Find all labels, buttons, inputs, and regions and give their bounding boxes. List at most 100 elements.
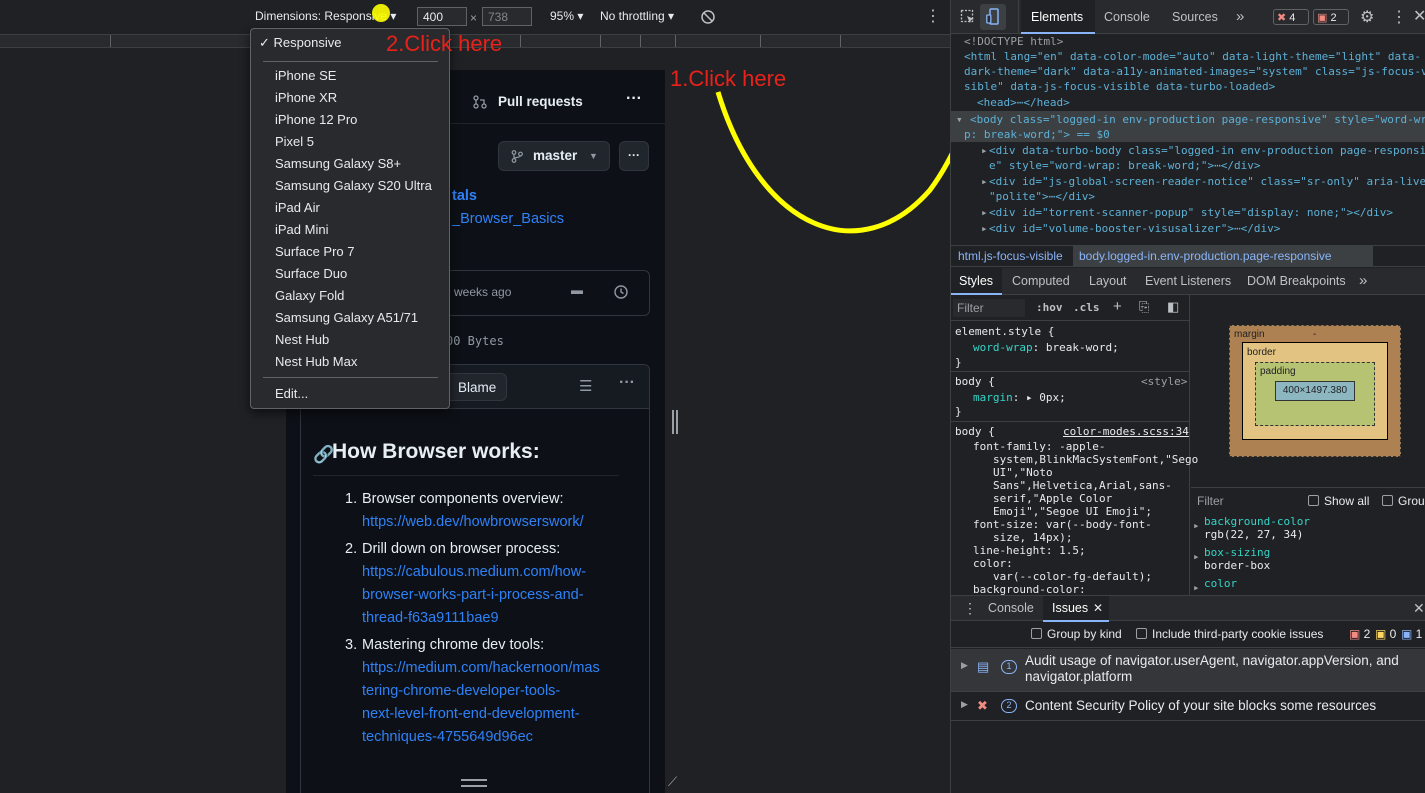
style-decl-line[interactable]: font-size: var(--body-font- — [973, 518, 1152, 531]
list-item-link[interactable]: https://cabulous.medium.com/how- — [362, 564, 586, 580]
dom-line[interactable]: dark-theme="dark" data-a11y-animated-ima… — [964, 64, 1425, 79]
style-decl-line[interactable]: Sans",Helvetica,Arial,sans- — [993, 479, 1172, 492]
more-tabs-icon[interactable]: » — [1236, 8, 1244, 25]
device-option[interactable]: Surface Pro 7 — [275, 244, 355, 259]
style-decl-line[interactable]: size, 14px); — [993, 531, 1072, 544]
expand-triangle-icon[interactable]: ▸ — [1193, 549, 1200, 564]
device-option[interactable]: iPhone 12 Pro — [275, 112, 357, 127]
commit-message-icon[interactable]: ▬ — [571, 283, 583, 297]
tab-event-listeners[interactable]: Event Listeners — [1145, 274, 1231, 288]
list-item-link[interactable]: thread-f63a9111bae9 — [362, 610, 499, 626]
list-item-link[interactable]: tering-chrome-developer-tools- — [362, 683, 560, 699]
drawer-tab-console[interactable]: Console — [988, 601, 1034, 615]
issue-row[interactable]: ▶ ▤ 1 Audit usage of navigator.userAgent, n… — [951, 649, 1425, 692]
computed-property[interactable]: color — [1204, 576, 1237, 591]
more-style-tabs-icon[interactable]: » — [1359, 272, 1367, 289]
box-border[interactable]: border padding 400×1497.380 — [1242, 342, 1388, 440]
expand-triangle-icon[interactable]: ▸ — [981, 174, 988, 189]
style-decl-line[interactable]: line-height: 1.5; — [973, 544, 1086, 557]
expand-triangle-icon[interactable]: ▶ — [961, 660, 968, 671]
style-decl-line[interactable]: var(--color-fg-default); — [993, 570, 1152, 583]
device-option[interactable]: Nest Hub Max — [275, 354, 357, 369]
outline-icon[interactable]: ☰ — [579, 377, 592, 395]
tab-computed[interactable]: Computed — [1012, 274, 1070, 288]
dom-line[interactable]: <html lang="en" data-color-mode="auto" d… — [964, 49, 1421, 64]
style-decl-line[interactable]: system,BlinkMacSystemFont,"Sego — [993, 453, 1198, 466]
hov-toggle[interactable]: :hov — [1036, 301, 1063, 314]
breadcrumb-link-1[interactable]: tals — [452, 188, 477, 204]
device-option[interactable]: iPad Air — [275, 200, 320, 215]
style-source[interactable]: <style> — [1141, 374, 1187, 389]
breadcrumb-body[interactable]: body.logged-in.env-production.page-respo… — [1079, 249, 1332, 263]
dom-line[interactable]: <head>⋯</head> — [977, 95, 1070, 110]
device-option[interactable]: Samsung Galaxy S20 Ultra — [275, 178, 432, 193]
device-option[interactable]: Galaxy Fold — [275, 288, 344, 303]
inspect-element-icon[interactable] — [960, 9, 976, 25]
close-drawer-icon[interactable]: ✕ — [1413, 600, 1425, 617]
expand-triangle-icon[interactable]: ▸ — [981, 221, 988, 236]
breadcrumb-link-2[interactable]: _Browser_Basics — [452, 211, 564, 227]
file-more-icon[interactable]: ··· — [619, 374, 635, 392]
computed-filter-input[interactable]: Filter — [1197, 494, 1224, 508]
settings-gear-icon[interactable]: ⚙ — [1360, 7, 1374, 27]
style-rule-selector[interactable]: body { — [955, 424, 995, 439]
cls-toggle[interactable]: .cls — [1073, 301, 1100, 314]
expand-triangle-icon[interactable]: ▸ — [981, 205, 988, 220]
tab-layout[interactable]: Layout — [1089, 274, 1127, 288]
box-content[interactable]: 400×1497.380 — [1275, 381, 1355, 401]
close-devtools-icon[interactable]: ✕ — [1413, 6, 1425, 26]
style-decl-line[interactable]: Emoji","Segoe UI Emoji"; — [993, 505, 1152, 518]
box-padding[interactable]: padding 400×1497.380 — [1255, 362, 1375, 426]
tab-elements[interactable]: Elements — [1031, 10, 1083, 24]
box-margin[interactable]: margin - border padding 400×1497.380 — [1229, 325, 1401, 457]
tab-styles[interactable]: Styles — [959, 274, 993, 288]
style-decl-line[interactable]: color: — [973, 557, 1013, 570]
dom-line[interactable]: <!DOCTYPE html> — [964, 34, 1063, 49]
throttle-select[interactable]: No throttling ▾ — [600, 9, 674, 23]
height-input[interactable]: 738 — [482, 7, 532, 26]
third-party-checkbox[interactable]: Include third-party cookie issues — [1136, 627, 1323, 641]
device-option[interactable]: Samsung Galaxy S8+ — [275, 156, 401, 171]
drawer-menu-icon[interactable]: ⋮ — [963, 600, 977, 617]
style-decl-line[interactable]: UI","Noto — [993, 466, 1053, 479]
list-item-link[interactable]: https://medium.com/hackernoon/mas — [362, 660, 600, 676]
style-rule-selector[interactable]: element.style { — [955, 324, 1054, 339]
dom-line[interactable]: p: break-word;"> == $0 — [964, 127, 1110, 142]
style-source-link[interactable]: color-modes.scss:34 — [1063, 424, 1189, 439]
dom-line[interactable]: "polite">⋯</div> — [989, 189, 1095, 204]
paint-icon[interactable]: ⎘ — [1139, 299, 1149, 315]
dom-line[interactable]: <div id="js-global-screen-reader-notice"… — [989, 174, 1425, 189]
dom-line[interactable]: e" style="word-wrap: break-word;">⋯</div… — [989, 158, 1261, 173]
tab-sources[interactable]: Sources — [1172, 10, 1218, 24]
list-item-link[interactable]: techniques-4755649d96ec — [362, 729, 533, 745]
show-all-checkbox[interactable]: Show all — [1308, 494, 1369, 508]
group-checkbox[interactable]: Grou — [1382, 494, 1425, 508]
expand-triangle-icon[interactable]: ▶ — [961, 699, 968, 710]
tab-dom-breakpoints[interactable]: DOM Breakpoints — [1247, 274, 1346, 288]
device-option[interactable]: iPad Mini — [275, 222, 328, 237]
device-option[interactable]: iPhone XR — [275, 90, 337, 105]
close-tab-icon[interactable]: ✕ — [1093, 601, 1103, 615]
device-option[interactable]: Surface Duo — [275, 266, 347, 281]
device-option[interactable]: Nest Hub — [275, 332, 329, 347]
branch-selector[interactable]: master ▼ — [498, 141, 610, 171]
sidebar-toggle-icon[interactable]: ◧ — [1167, 299, 1179, 315]
list-item-link[interactable]: browser-works-part-i-process-and- — [362, 587, 584, 603]
device-option-edit[interactable]: Edit... — [275, 386, 308, 401]
device-option[interactable]: Pixel 5 — [275, 134, 314, 149]
resize-handle-bottom[interactable] — [461, 779, 487, 787]
expand-triangle-icon[interactable]: ▸ — [1193, 580, 1200, 595]
expand-triangle-icon[interactable]: ▸ — [1193, 518, 1200, 533]
more-nav-icon[interactable]: ··· — [626, 90, 642, 108]
branch-more-button[interactable]: ··· — [619, 141, 649, 171]
error-badge[interactable]: ✖ 4 — [1273, 9, 1309, 25]
style-decl[interactable]: margin: ▸ 0px; — [973, 390, 1066, 405]
issue-row[interactable]: ▶ ✖ 2 Content Security Policy of your site … — [951, 693, 1425, 721]
style-decl-line[interactable]: font-family: -apple- — [973, 440, 1105, 453]
dom-line[interactable]: <div id="volume-booster-visusalizer">⋯</… — [989, 221, 1280, 236]
devtools-menu-icon[interactable]: ⋮ — [1391, 7, 1407, 27]
dom-line[interactable]: <div id="torrent-scanner-popup" style="d… — [989, 205, 1393, 220]
expand-triangle-icon[interactable]: ▾ — [956, 112, 963, 127]
style-rule-selector[interactable]: body { — [955, 374, 995, 389]
issue-badge[interactable]: ▣ 2 — [1313, 9, 1349, 25]
